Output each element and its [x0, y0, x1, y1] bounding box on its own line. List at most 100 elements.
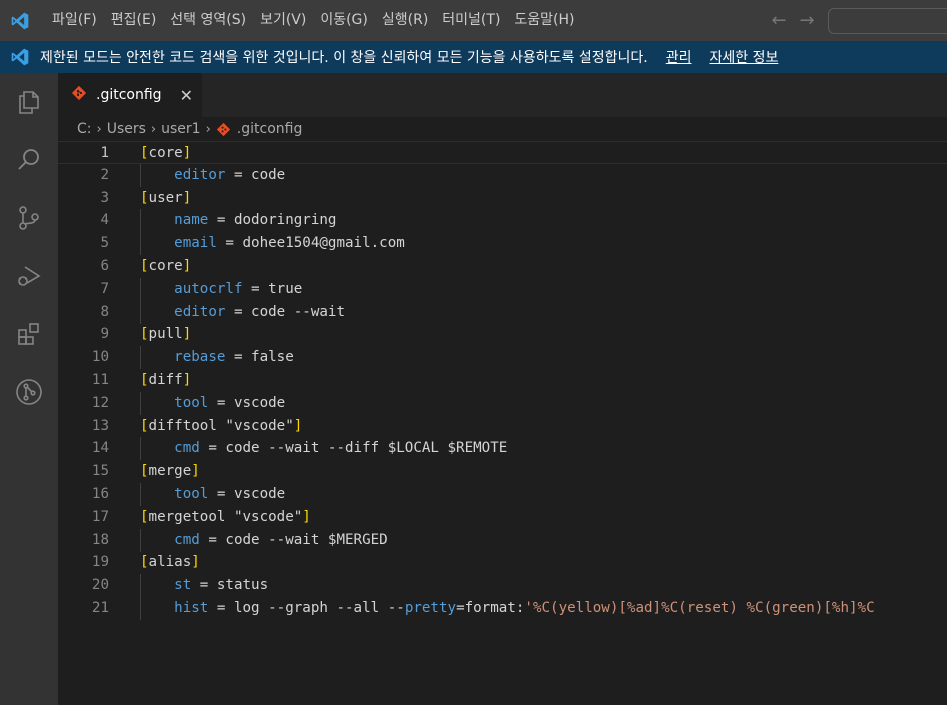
- breadcrumb-item-user1[interactable]: user1: [161, 121, 200, 137]
- code-text: st = status: [140, 574, 268, 597]
- menu-terminal[interactable]: 터미널(T): [435, 0, 507, 41]
- run-debug-icon[interactable]: [0, 247, 58, 305]
- section-bracket: ]: [302, 508, 311, 525]
- format-string: '%C(yellow)[%ad]%C(reset) %C(green)[%h]%…: [524, 600, 875, 616]
- equals-sign: =: [191, 577, 217, 594]
- git-graph-icon[interactable]: [0, 363, 58, 421]
- menu-edit[interactable]: 편집(E): [104, 0, 164, 41]
- minimap[interactable]: [935, 290, 947, 705]
- code-line[interactable]: 4 name = dodoringring: [58, 209, 947, 233]
- explorer-icon[interactable]: [0, 73, 58, 131]
- code-text: rebase = false: [140, 346, 294, 369]
- line-number: 20: [91, 577, 109, 594]
- section-name: alias: [148, 554, 192, 571]
- menu-help[interactable]: 도움말(H): [507, 0, 581, 41]
- menu-file[interactable]: 파일(F): [40, 0, 104, 41]
- equals-sign: =: [216, 235, 243, 252]
- code-line[interactable]: 16 tool = vscode: [58, 483, 947, 506]
- breadcrumb: C: › Users › user1 › .gitconfig: [58, 117, 947, 141]
- code-line[interactable]: 17 [mergetool "vscode"]: [58, 506, 947, 529]
- search-icon[interactable]: [0, 131, 58, 189]
- manage-link[interactable]: 관리: [666, 47, 692, 67]
- extensions-icon[interactable]: [0, 305, 58, 363]
- code-line[interactable]: 5 email = dohee1504@gmail.com: [58, 232, 947, 256]
- config-key: name: [174, 212, 209, 229]
- code-line[interactable]: 11 [diff]: [58, 369, 947, 392]
- code-text: tool = vscode: [140, 392, 285, 415]
- section-name: difftool "vscode": [148, 417, 294, 434]
- config-value: code --wait $MERGED: [225, 531, 388, 548]
- code-line[interactable]: 14 cmd = code --wait --diff $LOCAL $REMO…: [58, 437, 947, 461]
- code-line[interactable]: 18 cmd = code --wait $MERGED: [58, 528, 947, 552]
- equals-sign: =: [208, 394, 234, 411]
- line-number: 15: [91, 463, 109, 480]
- back-arrow-icon[interactable]: ←: [770, 10, 788, 31]
- menu-selection[interactable]: 선택 영역(S): [163, 0, 253, 41]
- line-number: 4: [100, 212, 109, 229]
- section-bracket: [: [140, 258, 149, 274]
- code-text: editor = code --wait: [140, 301, 345, 324]
- menu-view[interactable]: 보기(V): [253, 0, 313, 41]
- code-line[interactable]: 19 [alias]: [58, 551, 947, 574]
- code-line[interactable]: 1 [core]: [58, 141, 947, 164]
- learn-more-link[interactable]: 자세한 정보: [709, 47, 778, 67]
- code-line[interactable]: 7 autocrlf = true: [58, 277, 947, 301]
- line-number: 13: [91, 417, 109, 434]
- tab-gitconfig[interactable]: .gitconfig ✕: [58, 73, 202, 117]
- config-key: editor: [174, 303, 226, 320]
- code-line[interactable]: 3 [user]: [58, 187, 947, 210]
- config-key: rebase: [174, 349, 226, 366]
- section-bracket: ]: [191, 554, 200, 571]
- close-icon[interactable]: ✕: [180, 86, 193, 105]
- section-bracket: ]: [182, 372, 192, 388]
- code-text: [user]: [140, 187, 191, 210]
- line-number: 7: [100, 280, 109, 297]
- menu-bar: 파일(F) 편집(E) 선택 영역(S) 보기(V) 이동(G) 실행(R) 터…: [40, 0, 582, 41]
- code-text: [difftool "vscode"]: [140, 415, 302, 438]
- section-name: core: [148, 258, 183, 274]
- section-bracket: [: [140, 145, 149, 161]
- section-bracket: [: [140, 554, 149, 571]
- breadcrumb-item-drive[interactable]: C:: [77, 121, 92, 137]
- code-line[interactable]: 20 st = status: [58, 574, 947, 598]
- code-text: cmd = code --wait $MERGED: [140, 529, 388, 552]
- section-name: diff: [148, 372, 183, 388]
- section-bracket: ]: [182, 189, 192, 206]
- section-name: mergetool "vscode": [148, 508, 303, 525]
- section-bracket: [: [140, 463, 149, 480]
- activity-bar: [0, 73, 58, 705]
- section-bracket: [: [140, 189, 149, 206]
- forward-arrow-icon[interactable]: →: [798, 10, 816, 31]
- code-line[interactable]: 13 [difftool "vscode"]: [58, 415, 947, 438]
- config-value: status: [216, 577, 269, 594]
- code-text: [core]: [140, 255, 191, 278]
- code-line[interactable]: 21 hist = log --graph --all --pretty=for…: [58, 597, 947, 620]
- config-key: cmd: [174, 531, 200, 548]
- code-line[interactable]: 6 [core]: [58, 255, 947, 278]
- code-line[interactable]: 8 editor = code --wait: [58, 300, 947, 324]
- code-line[interactable]: 10 rebase = false: [58, 346, 947, 370]
- config-key: cmd: [174, 440, 200, 457]
- line-number: 9: [100, 326, 109, 343]
- menu-go[interactable]: 이동(G): [313, 0, 375, 41]
- menu-run[interactable]: 실행(R): [375, 0, 435, 41]
- code-line[interactable]: 15 [merge]: [58, 460, 947, 483]
- section-bracket: [: [140, 372, 149, 388]
- line-number: 12: [91, 394, 109, 411]
- code-line[interactable]: 12 tool = vscode: [58, 391, 947, 415]
- equals-sign: =: [225, 303, 252, 320]
- section-name: pull: [148, 326, 183, 343]
- breadcrumb-item-file[interactable]: .gitconfig: [237, 121, 303, 137]
- equals-sign: =: [199, 531, 226, 548]
- source-control-icon[interactable]: [0, 189, 58, 247]
- section-bracket: [: [140, 417, 149, 434]
- line-number: 1: [100, 145, 109, 161]
- command-center-search[interactable]: [828, 8, 947, 34]
- config-value: log --graph --all --: [233, 600, 405, 616]
- code-editor[interactable]: 1 [core] 2 editor = code 3 [user] 4 name = do…: [58, 141, 947, 705]
- code-line[interactable]: 2 editor = code: [58, 163, 947, 187]
- breadcrumb-item-users[interactable]: Users: [107, 121, 146, 137]
- config-key: tool: [174, 486, 209, 502]
- code-line[interactable]: 9 [pull]: [58, 323, 947, 346]
- config-value: code: [251, 166, 286, 183]
